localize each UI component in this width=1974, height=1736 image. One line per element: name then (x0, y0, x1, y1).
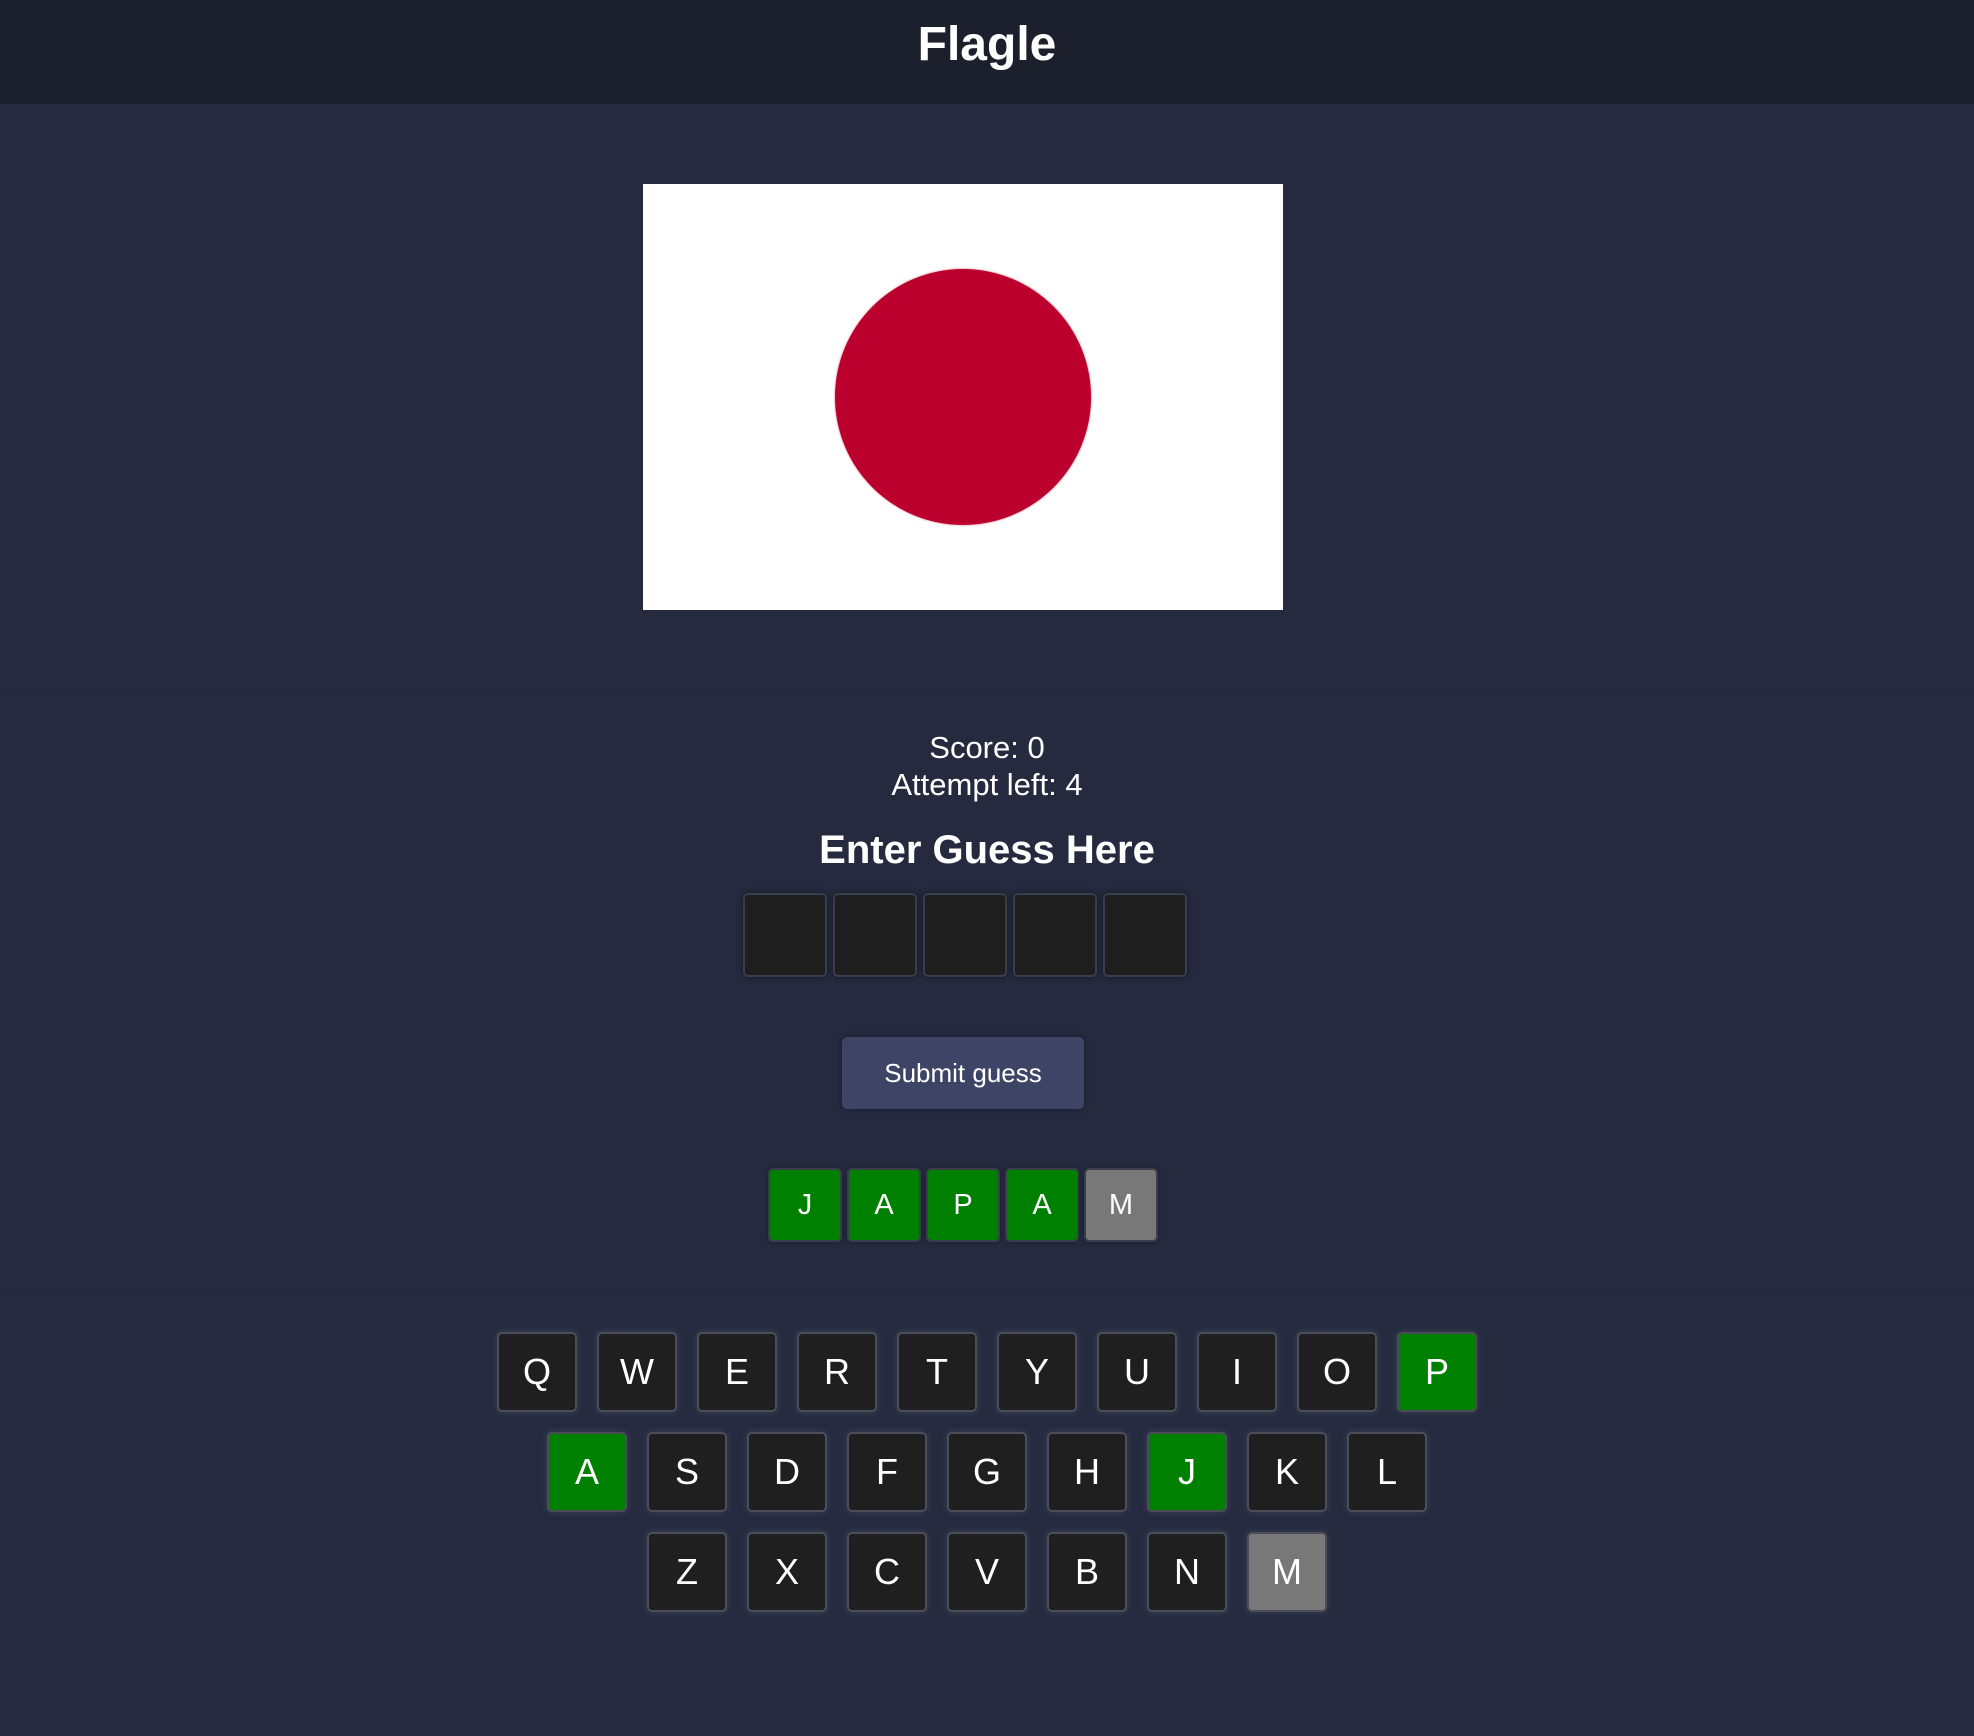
key-w[interactable]: W (597, 1332, 677, 1412)
key-s[interactable]: S (647, 1432, 727, 1512)
score-text: Score: 0 (929, 730, 1045, 765)
key-k[interactable]: K (1247, 1432, 1327, 1512)
guess-letter-box[interactable] (833, 893, 917, 977)
guess-history-tile: M (1084, 1168, 1158, 1242)
key-q[interactable]: Q (497, 1332, 577, 1412)
keyboard-row: ZXCVBNM (0, 1532, 1974, 1612)
key-g[interactable]: G (947, 1432, 1027, 1512)
guess-letter-box[interactable] (923, 893, 1007, 977)
submit-guess-button[interactable]: Submit guess (842, 1037, 1084, 1109)
app-title: Flagle (917, 17, 1057, 71)
guess-history-tile: A (1005, 1168, 1079, 1242)
guess-letter-box[interactable] (743, 893, 827, 977)
on-screen-keyboard: QWERTYUIOP ASDFGHJKL ZXCVBNM (0, 1332, 1974, 1632)
guess-history-tile: P (926, 1168, 1000, 1242)
status-panel: Score: 0 Attempt left: 4 (0, 729, 1974, 803)
key-y[interactable]: Y (997, 1332, 1077, 1412)
key-f[interactable]: F (847, 1432, 927, 1512)
key-z[interactable]: Z (647, 1532, 727, 1612)
keyboard-row: QWERTYUIOP (0, 1332, 1974, 1412)
key-j[interactable]: J (1147, 1432, 1227, 1512)
key-b[interactable]: B (1047, 1532, 1127, 1612)
guess-prompt: Enter Guess Here (819, 828, 1155, 872)
key-t[interactable]: T (897, 1332, 977, 1412)
key-c[interactable]: C (847, 1532, 927, 1612)
keyboard-row: ASDFGHJKL (0, 1432, 1974, 1512)
key-h[interactable]: H (1047, 1432, 1127, 1512)
key-p[interactable]: P (1397, 1332, 1477, 1412)
guess-history-row: JAPAM (768, 1168, 1158, 1242)
key-a[interactable]: A (547, 1432, 627, 1512)
key-r[interactable]: R (797, 1332, 877, 1412)
key-x[interactable]: X (747, 1532, 827, 1612)
key-l[interactable]: L (1347, 1432, 1427, 1512)
guess-letter-box[interactable] (1103, 893, 1187, 977)
key-e[interactable]: E (697, 1332, 777, 1412)
key-o[interactable]: O (1297, 1332, 1377, 1412)
key-i[interactable]: I (1197, 1332, 1277, 1412)
guess-letter-box[interactable] (1013, 893, 1097, 977)
flag-disc (835, 269, 1091, 525)
header-bar: Flagle (0, 0, 1974, 104)
guess-input-row (743, 893, 1187, 977)
key-v[interactable]: V (947, 1532, 1027, 1612)
japan-flag-icon (643, 184, 1283, 610)
key-n[interactable]: N (1147, 1532, 1227, 1612)
guess-history-tile: J (768, 1168, 842, 1242)
key-d[interactable]: D (747, 1432, 827, 1512)
section-divider (0, 1290, 1974, 1292)
flag-section (0, 104, 1974, 692)
key-m[interactable]: M (1247, 1532, 1327, 1612)
key-u[interactable]: U (1097, 1332, 1177, 1412)
attempts-left-text: Attempt left: 4 (891, 767, 1083, 802)
guess-history-tile: A (847, 1168, 921, 1242)
